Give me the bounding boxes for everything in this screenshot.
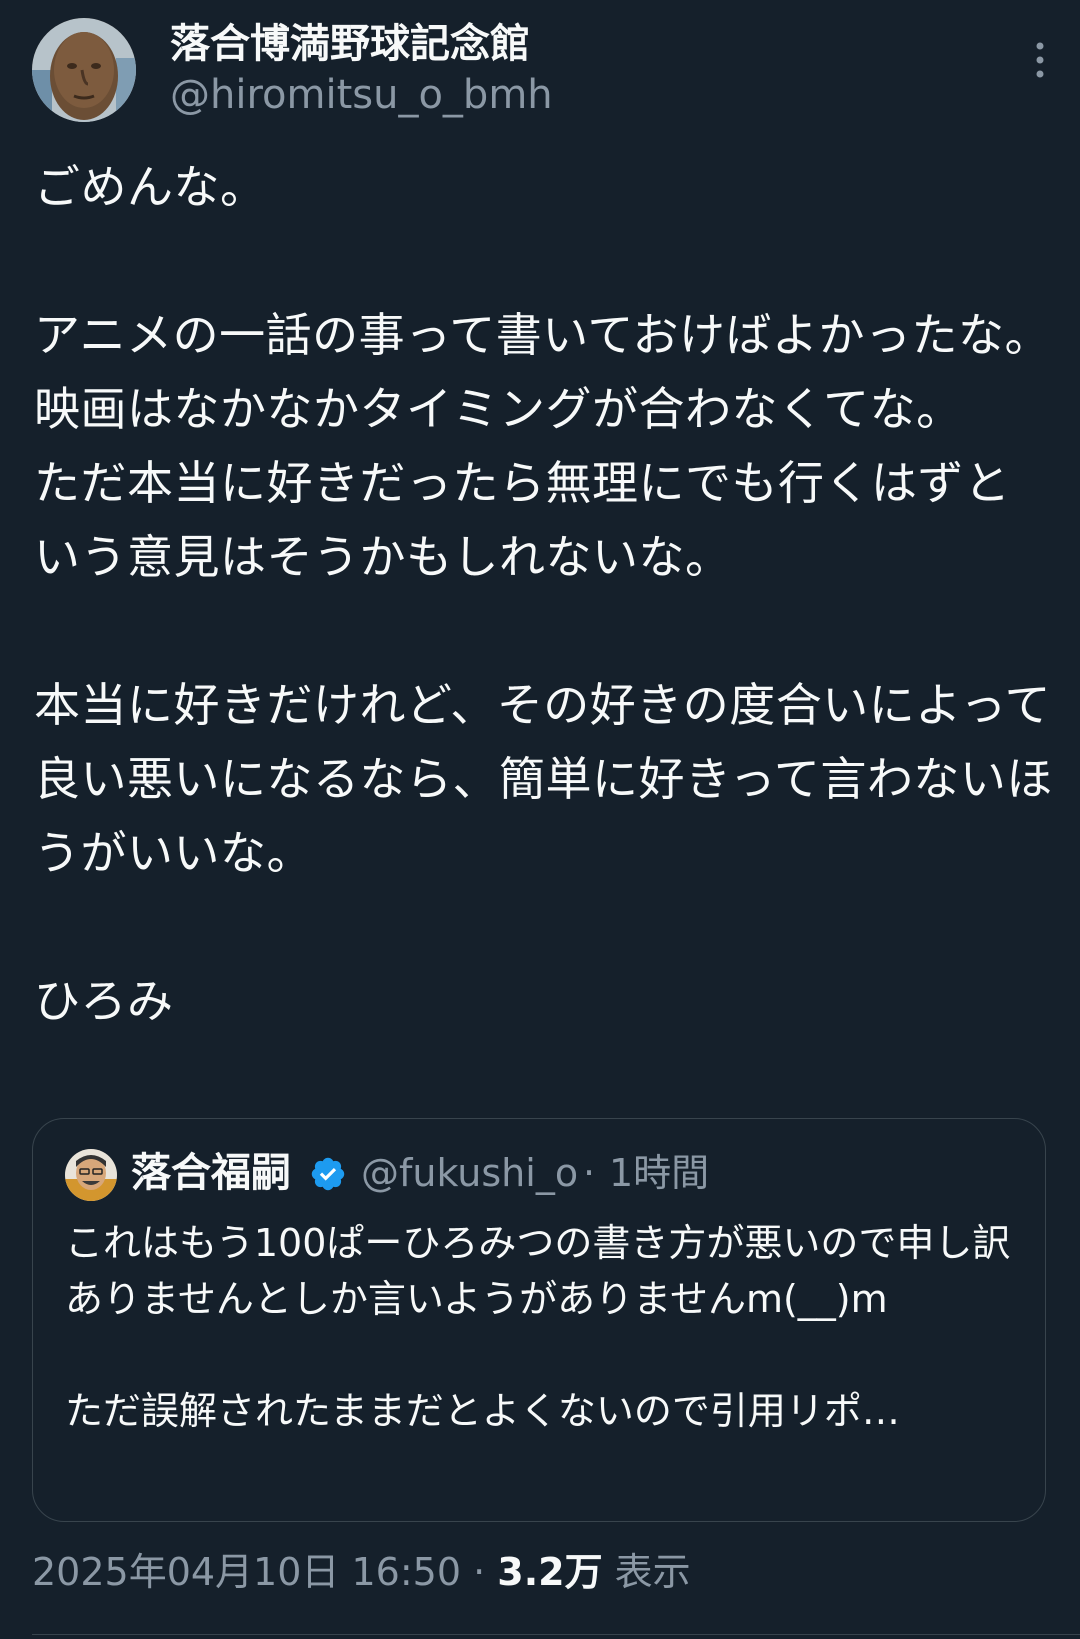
tweet: 落合博満野球記念館 @hiromitsu_o_bmh ごめんな。 アニメの一話の… (0, 0, 1080, 1639)
quoted-timestamp[interactable]: 1時間 (609, 1143, 709, 1203)
tweet-meta: 2025年04月10日 16:50 · 3.2万 表示 (32, 1540, 691, 1604)
author-avatar[interactable] (32, 18, 136, 122)
view-count: 3.2万 (497, 1550, 603, 1594)
tweet-datetime[interactable]: 2025年04月10日 16:50 (32, 1550, 461, 1594)
quoted-tweet-card[interactable]: 落合福嗣 @fukushi_o · 1時間 これはもう100ぱーひろみつの書き方… (32, 1118, 1046, 1522)
author-handle[interactable]: @hiromitsu_o_bmh (170, 68, 553, 122)
view-label: 表示 (602, 1550, 691, 1594)
more-vertical-icon[interactable] (1028, 38, 1052, 82)
quoted-author-handle[interactable]: @fukushi_o (361, 1143, 578, 1203)
author-name[interactable]: 落合博満野球記念館 (170, 16, 530, 72)
meta-separator: · (461, 1550, 498, 1594)
quoted-tweet-text: これはもう100ぱーひろみつの書き方が悪いので申し訳ありませんとしか言いようがあ… (65, 1221, 1011, 1433)
divider (32, 1634, 1080, 1635)
tweet-text: ごめんな。 アニメの一話の事って書いておけばよかったな。 映画はなかなかタイミン… (34, 160, 1053, 1028)
quoted-author-name[interactable]: 落合福嗣 (131, 1143, 291, 1203)
quoted-author-avatar[interactable] (65, 1149, 117, 1201)
verified-badge-icon (309, 1155, 347, 1193)
quoted-separator: · (583, 1151, 596, 1195)
